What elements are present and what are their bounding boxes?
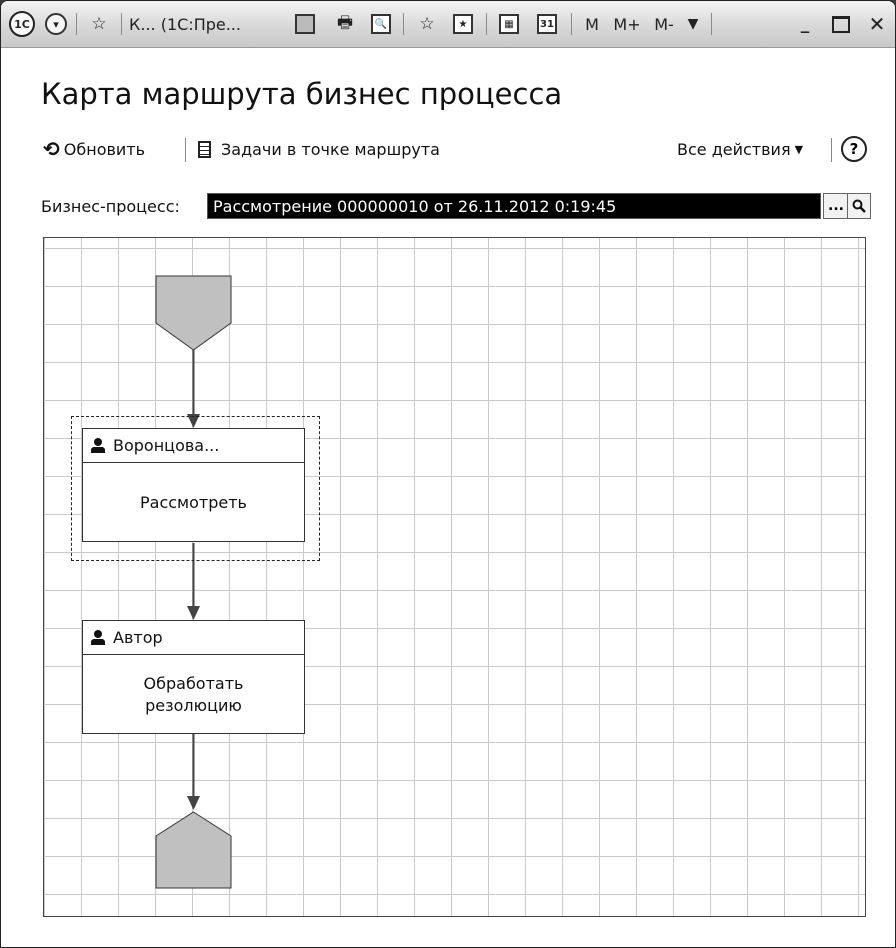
calculator-icon: ▦: [499, 14, 519, 34]
titlebar-divider: [711, 13, 712, 35]
route-point-tasks-label: Задачи в точке маршрута: [221, 139, 440, 159]
person-icon: [91, 629, 105, 646]
chevron-down-icon: ▾: [45, 13, 67, 35]
logo-1c-icon: 1С: [9, 11, 35, 37]
star-box-icon: ★: [453, 14, 473, 34]
memory-button[interactable]: M: [581, 10, 603, 38]
end-point-shape[interactable]: [155, 811, 232, 889]
node-header: Автор: [83, 621, 304, 655]
floppy-disk-icon: [295, 14, 315, 34]
main-menu-button[interactable]: ▾: [45, 10, 67, 38]
close-icon: ✕: [868, 12, 886, 36]
arrow-head-icon: [187, 606, 200, 620]
command-divider: [831, 138, 832, 162]
window-title: К... (1С:Пре...: [129, 10, 285, 38]
add-favorite-button[interactable]: ☆: [413, 10, 441, 38]
start-point-shape[interactable]: [155, 275, 232, 351]
open-button[interactable]: [847, 193, 871, 219]
window-title-text: К... (1С:Пре...: [129, 14, 241, 34]
business-process-input[interactable]: Рассмотрение 000000010 от 26.11.2012 0:1…: [207, 193, 821, 219]
route-node-review[interactable]: Воронцова... Рассмотреть: [82, 428, 305, 542]
route-map-connectors: [155, 275, 232, 889]
print-preview-button[interactable]: 🔍: [367, 10, 395, 38]
maximize-button[interactable]: [827, 10, 855, 38]
printer-icon: 🖶: [336, 12, 354, 33]
node-header: Воронцова...: [83, 429, 304, 463]
calculator-button[interactable]: ▦: [495, 10, 523, 38]
calendar-icon: 31: [537, 14, 557, 34]
business-process-label: Бизнес-процесс:: [41, 197, 180, 216]
document-list-icon: [198, 140, 211, 158]
calendar-button[interactable]: 31: [533, 10, 561, 38]
app-window: 1С ▾ ☆ К... (1С:Пре... 🖶 🔍 ☆ ★ ▦ 31 M M+…: [0, 0, 896, 948]
page-title: Карта маршрута бизнес процесса: [41, 77, 563, 111]
star-add-icon: ☆: [419, 14, 435, 34]
business-process-field-row: Бизнес-процесс: Рассмотрение 000000010 о…: [41, 193, 871, 221]
all-actions-label: Все действия: [677, 139, 791, 159]
help-button[interactable]: ?: [841, 136, 867, 162]
memory-subtract-button[interactable]: M-: [649, 10, 679, 38]
chevron-down-icon: ▼: [687, 16, 699, 32]
favorites-button[interactable]: ☆: [85, 10, 113, 38]
all-actions-menu[interactable]: Все действия ▼: [677, 134, 803, 164]
select-button[interactable]: ...: [823, 193, 849, 219]
print-preview-icon: 🔍: [371, 14, 391, 34]
command-divider: [185, 138, 186, 162]
arrow-head-icon: [187, 796, 200, 810]
window-titlebar: 1С ▾ ☆ К... (1С:Пре... 🖶 🔍 ☆ ★ ▦ 31 M M+…: [1, 1, 895, 48]
refresh-icon: ⟲: [43, 137, 60, 161]
titlebar-divider: [76, 13, 77, 35]
titlebar-divider: [121, 13, 122, 35]
help-icon: ?: [849, 140, 859, 158]
chevron-down-icon: ▼: [794, 142, 804, 156]
titlebar-divider: [486, 13, 487, 35]
save-button[interactable]: [291, 10, 319, 38]
close-button[interactable]: ✕: [863, 10, 891, 38]
print-button[interactable]: 🖶: [331, 10, 359, 38]
command-bar: ⟲ Обновить Задачи в точке маршрута Все д…: [41, 134, 871, 164]
refresh-button[interactable]: ⟲ Обновить: [43, 134, 145, 164]
node-task: Рассмотреть: [140, 492, 247, 512]
route-map-canvas[interactable]: Воронцова... Рассмотреть Автор Обработат…: [43, 237, 866, 917]
maximize-icon: [832, 15, 850, 33]
node-performer: Воронцова...: [113, 436, 220, 455]
favorites-list-button[interactable]: ★: [449, 10, 477, 38]
memory-add-button[interactable]: M+: [611, 10, 643, 38]
refresh-label: Обновить: [63, 139, 146, 159]
more-menu-button[interactable]: ▼: [681, 10, 705, 38]
star-icon: ☆: [91, 14, 107, 34]
node-performer: Автор: [113, 628, 163, 647]
magnifier-icon: [852, 199, 866, 213]
minimize-icon: _: [800, 14, 810, 34]
node-task: Обработать резолюцию: [143, 673, 244, 715]
titlebar-divider: [403, 13, 404, 35]
minimize-button[interactable]: _: [791, 10, 819, 38]
titlebar-divider: [571, 13, 572, 35]
route-point-tasks-button[interactable]: Задачи в точке маршрута: [198, 134, 440, 164]
person-icon: [91, 437, 105, 454]
route-node-process-resolution[interactable]: Автор Обработать резолюцию: [82, 620, 305, 734]
app-logo-button[interactable]: 1С: [9, 10, 35, 38]
